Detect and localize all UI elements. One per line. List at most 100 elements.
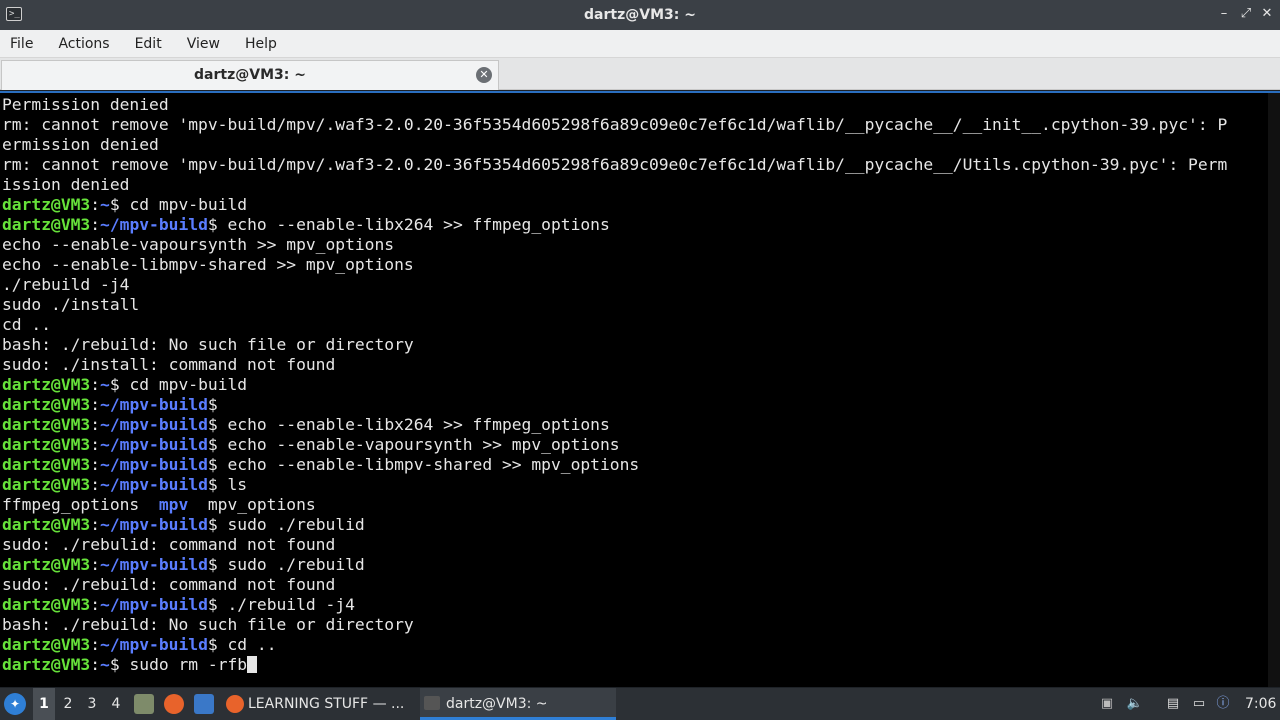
window-title: dartz@VM3: ~ bbox=[584, 7, 696, 23]
prompt-symbol: $ bbox=[207, 435, 218, 454]
prompt-user: dartz@VM3 bbox=[2, 395, 91, 414]
terminal-line: ission denied bbox=[2, 175, 1266, 195]
output-text: rm: cannot remove 'mpv-build/mpv/.waf3-2… bbox=[2, 115, 1228, 134]
prompt-path: ~ bbox=[100, 195, 110, 214]
output-text: Permission denied bbox=[2, 95, 169, 114]
workspace-1[interactable]: 1 bbox=[33, 688, 55, 720]
menu-view[interactable]: View bbox=[187, 30, 220, 58]
workspace-4[interactable]: 4 bbox=[105, 688, 127, 720]
command-text: ./rebuild -j4 bbox=[217, 595, 355, 614]
close-icon[interactable]: ✕ bbox=[1259, 6, 1275, 22]
prompt-symbol: $ bbox=[207, 215, 218, 234]
prompt-symbol: $ bbox=[109, 375, 120, 394]
output-text: echo --enable-libmpv-shared >> mpv_optio… bbox=[2, 255, 414, 274]
output-text: rm: cannot remove 'mpv-build/mpv/.waf3-2… bbox=[2, 155, 1228, 174]
output-text: sudo: ./rebuild: command not found bbox=[2, 575, 336, 594]
output-text: bash: ./rebuild: No such file or directo… bbox=[2, 615, 414, 634]
task-label: dartz@VM3: ~ bbox=[446, 696, 548, 712]
prompt-user: dartz@VM3 bbox=[2, 655, 91, 674]
terminal-area[interactable]: Permission denied rm: cannot remove 'mpv-… bbox=[0, 91, 1280, 687]
command-text: cd .. bbox=[217, 635, 277, 654]
terminal-line: dartz@VM3:~/mpv-build$ echo --enable-lib… bbox=[2, 215, 1266, 235]
prompt-path: ~ bbox=[100, 655, 110, 674]
prompt-user: dartz@VM3 bbox=[2, 555, 91, 574]
scrollbar[interactable] bbox=[1268, 93, 1280, 687]
network-icon[interactable]: ▭ bbox=[1190, 695, 1208, 713]
terminal-line: sudo: ./rebuild: command not found bbox=[2, 575, 1266, 595]
desktop-icon[interactable] bbox=[194, 694, 214, 714]
start-menu-icon[interactable]: ✦ bbox=[4, 693, 26, 715]
task-terminal[interactable]: dartz@VM3: ~ bbox=[420, 688, 616, 720]
file-entry: mpv_options bbox=[188, 495, 316, 514]
prompt-path: ~/mpv-build bbox=[100, 635, 208, 654]
menu-edit[interactable]: Edit bbox=[135, 30, 162, 58]
terminal-line: dartz@VM3:~$ cd mpv-build bbox=[2, 375, 1266, 395]
command-text: echo --enable-libx264 >> ffmpeg_options bbox=[217, 415, 610, 434]
terminal-line: ./rebuild -j4 bbox=[2, 275, 1266, 295]
prompt-path: ~/mpv-build bbox=[100, 515, 208, 534]
prompt-path: ~ bbox=[100, 375, 110, 394]
prompt-user: dartz@VM3 bbox=[2, 215, 91, 234]
prompt-separator: : bbox=[90, 655, 101, 674]
workspace-2[interactable]: 2 bbox=[57, 688, 79, 720]
prompt-user: dartz@VM3 bbox=[2, 515, 91, 534]
prompt-path: ~/mpv-build bbox=[100, 415, 208, 434]
output-text: cd .. bbox=[2, 315, 52, 334]
command-text: echo --enable-libmpv-shared >> mpv_optio… bbox=[217, 455, 640, 474]
prompt-path: ~/mpv-build bbox=[100, 555, 208, 574]
prompt-separator: : bbox=[90, 375, 101, 394]
tab-label: dartz@VM3: ~ bbox=[194, 67, 306, 83]
terminal-line: dartz@VM3:~/mpv-build$ echo --enable-lib… bbox=[2, 415, 1266, 435]
minimize-icon[interactable]: – bbox=[1216, 6, 1232, 22]
prompt-user: dartz@VM3 bbox=[2, 435, 91, 454]
notification-icon[interactable]: ⓘ bbox=[1214, 695, 1232, 713]
prompt-separator: : bbox=[90, 435, 101, 454]
terminal-line: echo --enable-vapoursynth >> mpv_options bbox=[2, 235, 1266, 255]
firefox-icon[interactable] bbox=[164, 694, 184, 714]
volume-icon[interactable]: 🔈 bbox=[1126, 695, 1144, 713]
prompt-separator: : bbox=[90, 415, 101, 434]
output-text: echo --enable-vapoursynth >> mpv_options bbox=[2, 235, 395, 254]
command-text: cd mpv-build bbox=[119, 375, 248, 394]
tab-close-icon[interactable]: ✕ bbox=[476, 67, 492, 83]
prompt-user: dartz@VM3 bbox=[2, 375, 91, 394]
prompt-separator: : bbox=[90, 475, 101, 494]
prompt-user: dartz@VM3 bbox=[2, 415, 91, 434]
command-text: cd mpv-build bbox=[119, 195, 248, 214]
prompt-separator: : bbox=[90, 555, 101, 574]
terminal-line: rm: cannot remove 'mpv-build/mpv/.waf3-2… bbox=[2, 115, 1266, 135]
menu-file[interactable]: File bbox=[10, 30, 33, 58]
workspace-3[interactable]: 3 bbox=[81, 688, 103, 720]
prompt-symbol: $ bbox=[207, 475, 218, 494]
prompt-path: ~/mpv-build bbox=[100, 475, 208, 494]
output-text: ./rebuild -j4 bbox=[2, 275, 130, 294]
prompt-path: ~/mpv-build bbox=[100, 435, 208, 454]
command-text: ls bbox=[217, 475, 248, 494]
command-text: echo --enable-libx264 >> ffmpeg_options bbox=[217, 215, 610, 234]
menu-actions[interactable]: Actions bbox=[58, 30, 109, 58]
terminal-line: dartz@VM3:~/mpv-build$ sudo ./rebuild bbox=[2, 555, 1266, 575]
prompt-symbol: $ bbox=[207, 395, 218, 414]
menu-help[interactable]: Help bbox=[245, 30, 277, 58]
prompt-symbol: $ bbox=[207, 595, 218, 614]
tab-terminal[interactable]: dartz@VM3: ~ ✕ bbox=[1, 60, 499, 90]
output-text: ermission denied bbox=[2, 135, 159, 154]
output-text: sudo: ./rebulid: command not found bbox=[2, 535, 336, 554]
task-firefox[interactable]: LEARNING STUFF — ... bbox=[222, 688, 412, 720]
terminal-task-icon bbox=[424, 696, 440, 710]
terminal-line: dartz@VM3:~/mpv-build$ ./rebuild -j4 bbox=[2, 595, 1266, 615]
terminal-line: cd .. bbox=[2, 315, 1266, 335]
terminal-line: ffmpeg_options mpv mpv_options bbox=[2, 495, 1266, 515]
terminal-output: Permission denied rm: cannot remove 'mpv-… bbox=[2, 95, 1266, 675]
command-text: echo --enable-vapoursynth >> mpv_options bbox=[217, 435, 620, 454]
directory-entry: mpv bbox=[158, 495, 189, 514]
firefox-task-icon bbox=[226, 695, 244, 713]
file-manager-icon[interactable] bbox=[134, 694, 154, 714]
terminal-line: dartz@VM3:~/mpv-build$ echo --enable-vap… bbox=[2, 435, 1266, 455]
notes-icon[interactable]: ▤ bbox=[1164, 695, 1182, 713]
prompt-symbol: $ bbox=[109, 195, 120, 214]
prompt-user: dartz@VM3 bbox=[2, 475, 91, 494]
clipboard-icon[interactable]: ▣ bbox=[1098, 695, 1116, 713]
output-text: ission denied bbox=[2, 175, 130, 194]
restore-icon[interactable]: ⤢ bbox=[1238, 6, 1254, 22]
